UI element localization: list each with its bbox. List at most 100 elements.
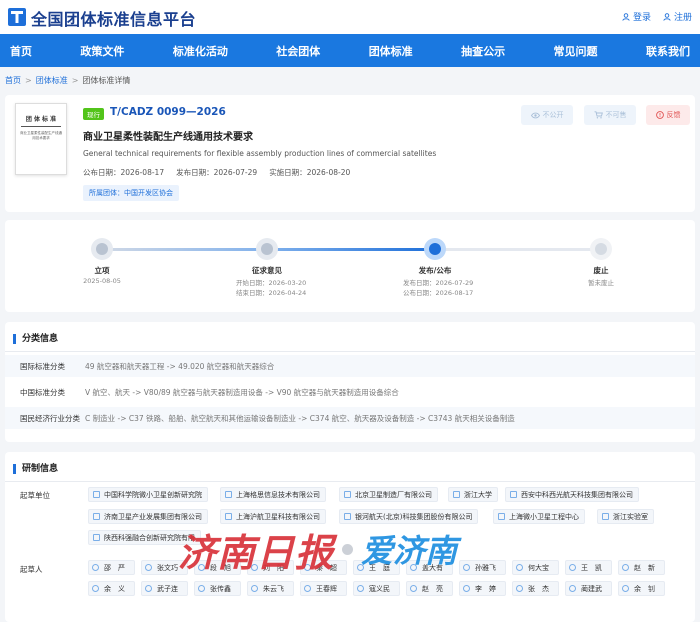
person-icon	[357, 585, 364, 592]
nav-organizations[interactable]: 社会团体	[276, 43, 320, 59]
drafter-tag[interactable]: 朱云飞	[247, 581, 294, 596]
drafter-tag[interactable]: 赵 亮	[406, 581, 453, 596]
feedback-button[interactable]: 反馈	[646, 105, 690, 125]
drafter-tag[interactable]: 孙雅飞	[459, 560, 506, 575]
drafting-unit-tag[interactable]: 上海沪航卫星科技有限公司	[220, 509, 326, 524]
drafting-unit-tag[interactable]: 浙江大学	[448, 487, 498, 502]
drafter-tag[interactable]: 王春辉	[300, 581, 347, 596]
person-icon	[569, 585, 576, 592]
drafter-tag[interactable]: 张文巧	[141, 560, 188, 575]
drafter-tag[interactable]: 段 旭	[194, 560, 241, 575]
drafter-tag[interactable]: 张 杰	[512, 581, 559, 596]
drafter-name: 王 凯	[581, 563, 602, 572]
site-logo-icon[interactable]	[8, 8, 26, 26]
classification-card: 分类信息 国际标准分类 49 航空器和航天器工程 -> 49.020 航空器和航…	[5, 322, 695, 442]
organization-tag[interactable]: 所属团体：中国开发区协会	[83, 185, 179, 201]
nav-home[interactable]: 首页	[10, 43, 32, 59]
site-title[interactable]: 全国团体标准信息平台	[31, 6, 196, 30]
person-icon	[304, 585, 311, 592]
drafting-info-card: 研制信息 起草单位 中国科学院微小卫星创新研究院 上海格思信息技术有限公司 北京…	[5, 452, 695, 622]
person-icon	[569, 564, 576, 571]
register-link[interactable]: 注册	[663, 10, 692, 23]
breadcrumb: 首页 > 团体标准 > 团体标准详情	[5, 75, 130, 86]
drafting-unit-tag[interactable]: 上海格思信息技术有限公司	[220, 487, 326, 502]
drafter-tag[interactable]: 邵 严	[88, 560, 135, 575]
private-button[interactable]: 不公开	[521, 105, 573, 125]
breadcrumb-separator: >	[71, 76, 79, 85]
drafting-unit-tag[interactable]: 浙江实验室	[597, 509, 654, 524]
nav-standards[interactable]: 团体标准	[369, 43, 413, 59]
drafter-tag[interactable]: 王 凯	[565, 560, 612, 575]
breadcrumb-current: 团体标准详情	[82, 76, 131, 85]
publish-date-label: 公布日期：	[83, 168, 121, 177]
drafter-name: 朱云飞	[263, 584, 284, 593]
building-icon	[602, 513, 609, 520]
drafting-unit-tag[interactable]: 北京卫星制造厂有限公司	[339, 487, 438, 502]
drafting-unit-name: 上海格思信息技术有限公司	[236, 490, 320, 499]
implement-date: 2026-08-20	[306, 168, 351, 177]
drafter-name: 寇义民	[369, 584, 390, 593]
drafter-tag[interactable]: 蔺建武	[565, 581, 612, 596]
timeline-step-date: 结束日期：2026-04-24	[236, 289, 307, 297]
drafter-name: 王春辉	[316, 584, 337, 593]
drafting-unit-tag[interactable]: 银河航天(北京)科技集团股份有限公司	[339, 509, 479, 524]
classification-row: 国际标准分类 49 航空器和航天器工程 -> 49.020 航空器和航天器综合	[5, 355, 695, 377]
drafter-tag[interactable]: 张传鑫	[194, 581, 241, 596]
nav-faq[interactable]: 常见问题	[554, 43, 598, 59]
drafting-unit-tag[interactable]: 中国科学院微小卫星创新研究院	[88, 487, 208, 502]
building-icon	[344, 513, 351, 520]
drafter-tag[interactable]: 寇义民	[353, 581, 400, 596]
building-icon	[453, 491, 460, 498]
timeline-step-date: 开始日期：2026-03-20	[236, 279, 307, 287]
drafter-tag[interactable]: 盖大有	[406, 560, 453, 575]
drafter-tag[interactable]: 何大宝	[512, 560, 559, 575]
clock-icon	[96, 243, 108, 255]
nav-inspection[interactable]: 抽查公示	[461, 43, 505, 59]
release-date-label: 发布日期：	[176, 168, 214, 177]
release-date-item: 发布日期：2026-07-29	[176, 167, 257, 178]
drafting-unit-name: 上海沪航卫星科技有限公司	[236, 512, 320, 521]
person-icon	[304, 564, 311, 571]
drafter-name: 张文巧	[157, 563, 178, 572]
main-nav: 首页 政策文件 标准化活动 社会团体 团体标准 抽查公示 常见问题 联系我们	[0, 34, 700, 67]
drafter-tag[interactable]: 余 义	[88, 581, 135, 596]
drafter-tag[interactable]: 秦 超	[300, 560, 347, 575]
drafting-unit-tag[interactable]: 上海微小卫星工程中心	[493, 509, 585, 524]
breadcrumb-section[interactable]: 团体标准	[36, 76, 68, 85]
not-for-sale-button[interactable]: 不可售	[584, 105, 636, 125]
drafting-unit-name: 济南卫星产业发展集团有限公司	[104, 512, 202, 521]
timeline-step-label: 发布/公布	[418, 266, 452, 275]
drafting-unit-tag[interactable]: 西安中科西光航天科技集团有限公司	[505, 487, 639, 502]
drafter-tag[interactable]: 李 婷	[459, 581, 506, 596]
nav-activities[interactable]: 标准化活动	[173, 43, 228, 59]
drafter-name: 盖大有	[422, 563, 443, 572]
drafting-unit-tag[interactable]: 济南卫星产业发展集团有限公司	[88, 509, 208, 524]
classification-value: V 航空、航天 -> V80/89 航空器与航天器制造用设备 -> V90 航空…	[85, 387, 399, 397]
login-label: 登录	[632, 13, 651, 23]
drafting-unit-tag[interactable]: 陕西科强融合创新研究院有限	[88, 530, 201, 545]
account-links: 登录 注册	[622, 10, 692, 23]
drafter-tag[interactable]: 余 钊	[618, 581, 665, 596]
person-icon	[145, 564, 152, 571]
person-icon	[198, 564, 205, 571]
timeline-step-date: 暂未废止	[588, 279, 614, 287]
clock-icon	[429, 243, 441, 255]
drafter-tag[interactable]: 刘 阳	[247, 560, 294, 575]
drafter-tag[interactable]: 王 庭	[353, 560, 400, 575]
building-icon	[93, 534, 100, 541]
nav-policy[interactable]: 政策文件	[80, 43, 124, 59]
top-header: 全国团体标准信息平台 登录 注册	[0, 0, 700, 34]
building-icon	[93, 513, 100, 520]
person-icon	[463, 585, 470, 592]
drafter-tag[interactable]: 武子连	[141, 581, 188, 596]
login-link[interactable]: 登录	[622, 10, 651, 23]
breadcrumb-home[interactable]: 首页	[5, 76, 21, 85]
drafter-tag[interactable]: 赵 新	[618, 560, 665, 575]
drafter-name: 余 钊	[634, 584, 655, 593]
standard-cover-thumbnail[interactable]: 团 体 标 准 商业卫星柔性装配生产线通用技术要求	[15, 103, 67, 175]
standard-title: 商业卫星柔性装配生产线通用技术要求	[83, 132, 253, 143]
feedback-label: 反馈	[666, 111, 681, 119]
building-icon	[93, 491, 100, 498]
nav-contact[interactable]: 联系我们	[646, 43, 690, 59]
person-icon	[92, 564, 99, 571]
